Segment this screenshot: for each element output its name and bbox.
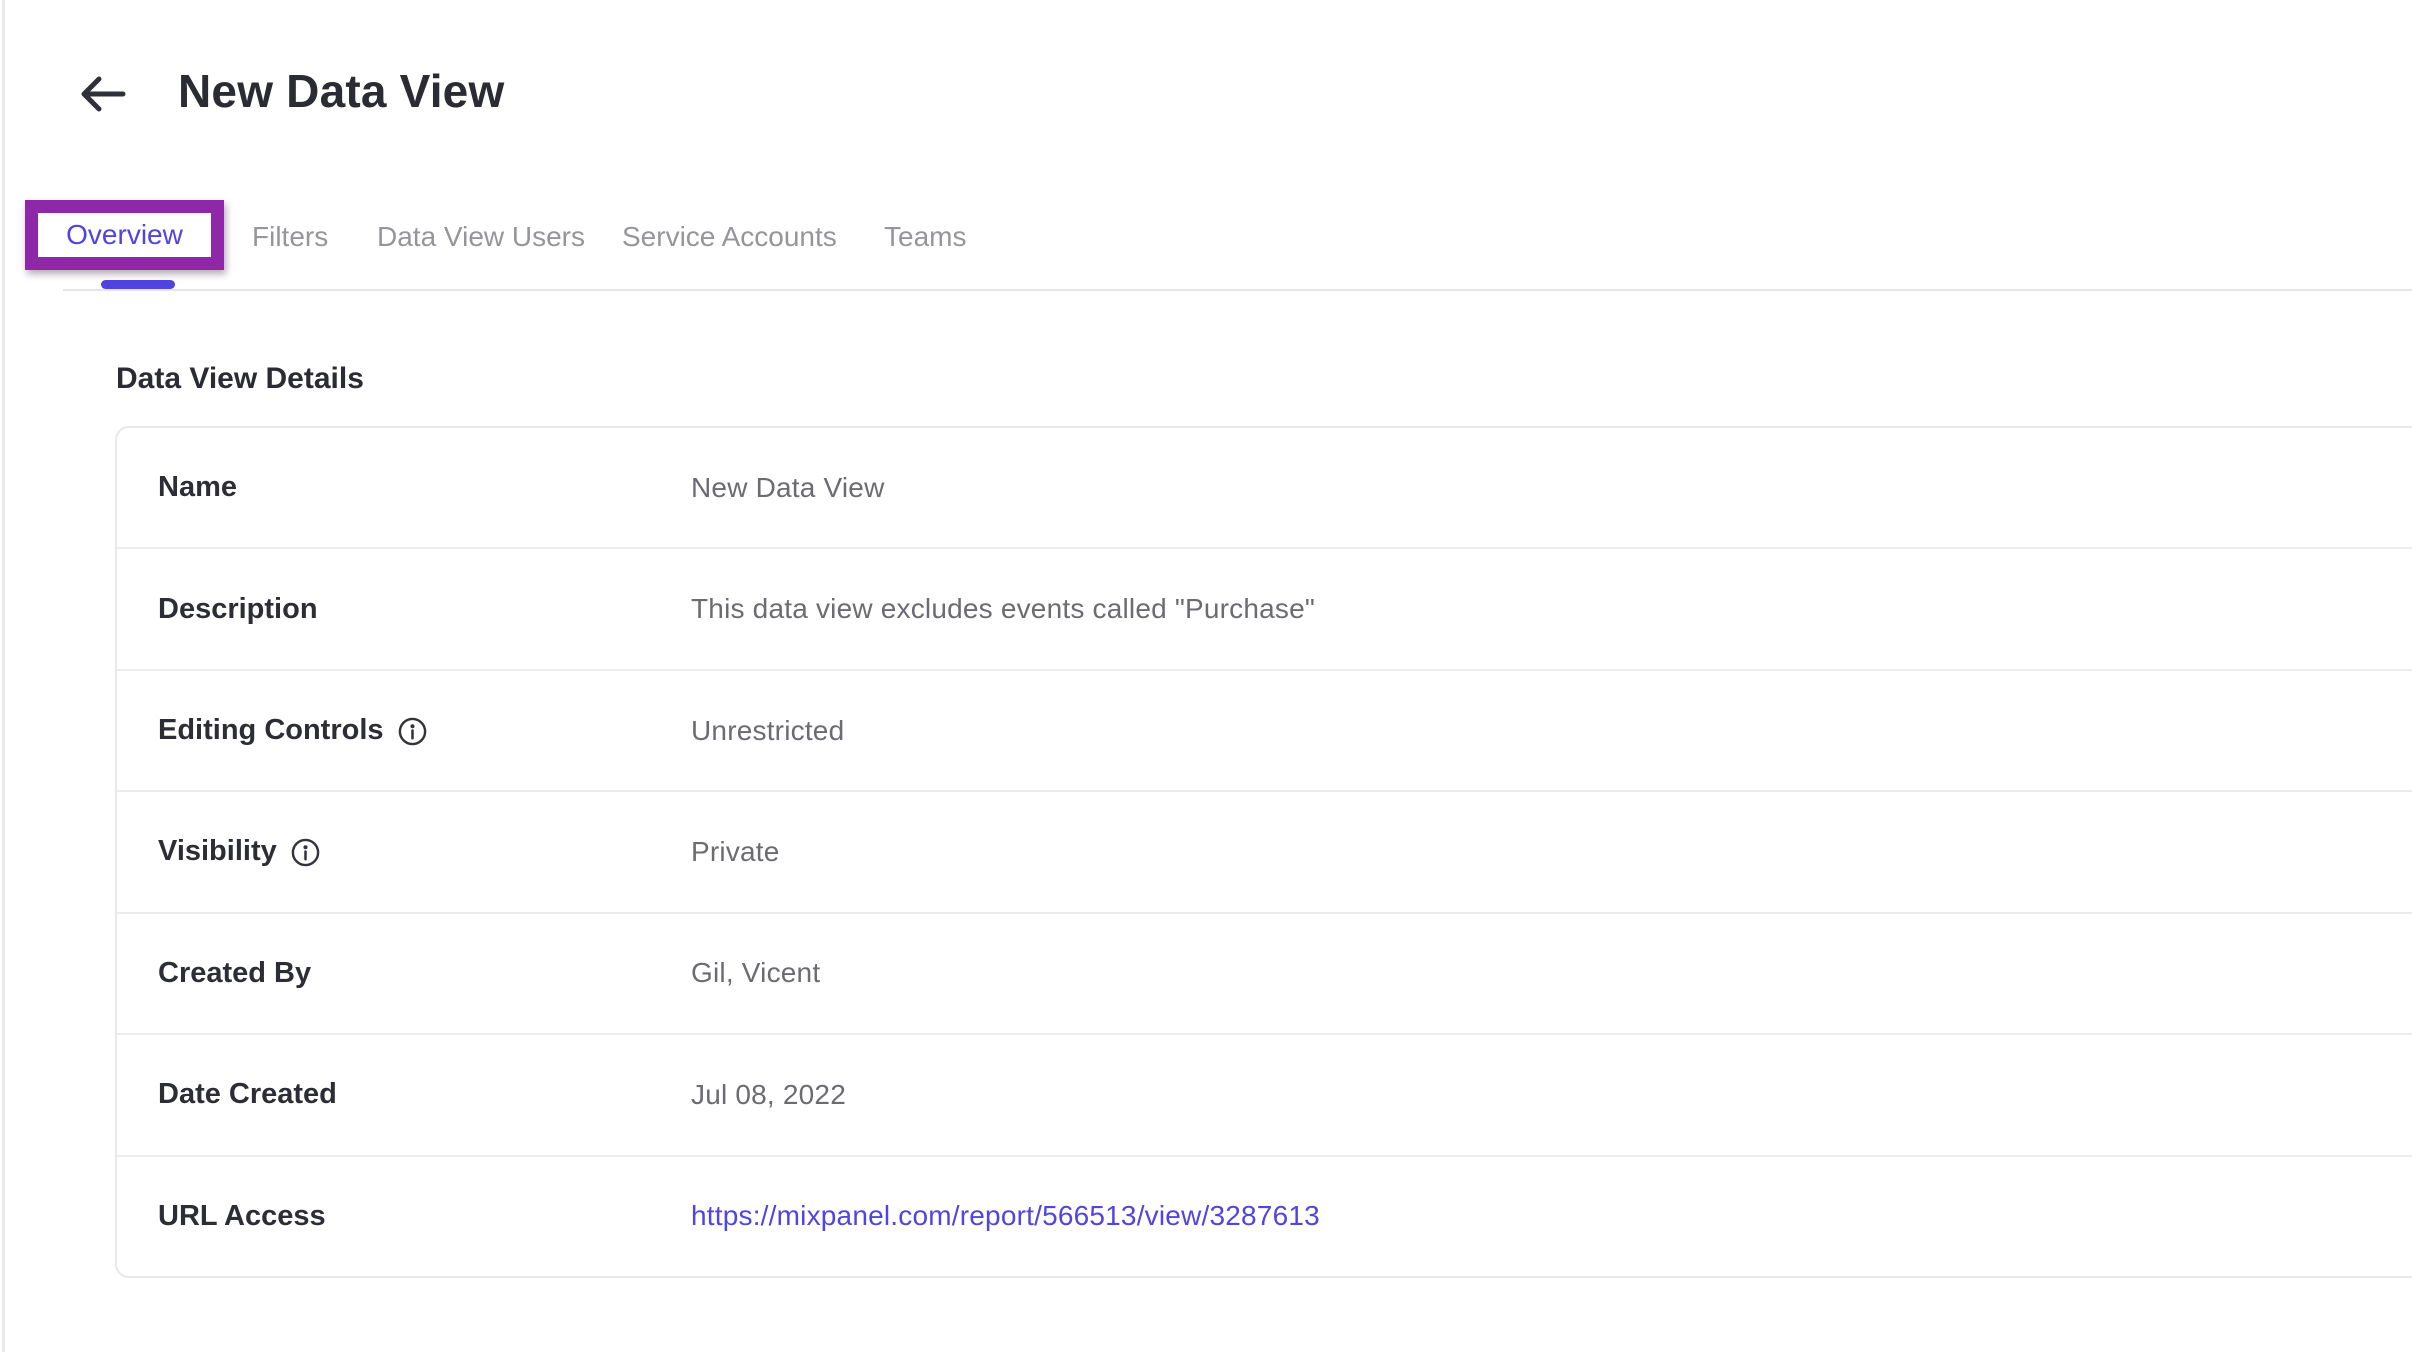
row-label-description: Description [158, 593, 318, 626]
tab-overview[interactable]: Overview [66, 219, 183, 251]
table-row: Date Created Jul 08, 2022 [117, 1033, 2412, 1154]
tab-teams[interactable]: Teams [884, 222, 966, 252]
table-row: Editing Controls Unrestricted [117, 669, 2412, 790]
table-row: Name New Data View [117, 428, 2412, 547]
info-icon[interactable] [397, 716, 428, 747]
table-row: Visibility Private [117, 790, 2412, 911]
row-label-editing-controls: Editing Controls [158, 714, 384, 747]
row-value-visibility: Private [691, 836, 780, 868]
row-value-editing-controls: Unrestricted [691, 715, 844, 747]
section-heading: Data View Details [116, 362, 364, 396]
row-value-description: This data view excludes events called "P… [691, 593, 1315, 625]
data-view-settings-page: New Data View Overview Filters Data View… [0, 0, 2412, 1352]
row-label-url-access: URL Access [158, 1200, 326, 1233]
tab-data-view-users[interactable]: Data View Users [377, 222, 585, 252]
url-access-link[interactable]: https://mixpanel.com/report/566513/view/… [691, 1200, 1320, 1231]
row-label-visibility: Visibility [158, 835, 277, 868]
back-button[interactable] [76, 72, 130, 116]
tab-filters[interactable]: Filters [252, 222, 328, 252]
row-value-name: New Data View [691, 472, 885, 504]
page-title: New Data View [178, 64, 504, 118]
row-value-created-by: Gil, Vicent [691, 957, 820, 989]
active-tab-indicator [101, 280, 175, 289]
annotation-highlight-box: Overview [25, 200, 224, 270]
tab-service-accounts[interactable]: Service Accounts [622, 222, 837, 252]
row-label-date-created: Date Created [158, 1078, 337, 1111]
tab-bar-divider [63, 289, 2412, 291]
details-card: Name New Data View Description This data… [115, 426, 2412, 1278]
table-row: Created By Gil, Vicent [117, 912, 2412, 1033]
table-row: URL Access https://mixpanel.com/report/5… [117, 1155, 2412, 1276]
info-icon[interactable] [290, 837, 321, 868]
table-row: Description This data view excludes even… [117, 547, 2412, 668]
row-label-created-by: Created By [158, 957, 311, 990]
row-value-date-created: Jul 08, 2022 [691, 1079, 846, 1111]
left-panel-edge [2, 0, 5, 1352]
row-label-name: Name [158, 471, 237, 504]
left-arrow-icon [80, 100, 126, 115]
